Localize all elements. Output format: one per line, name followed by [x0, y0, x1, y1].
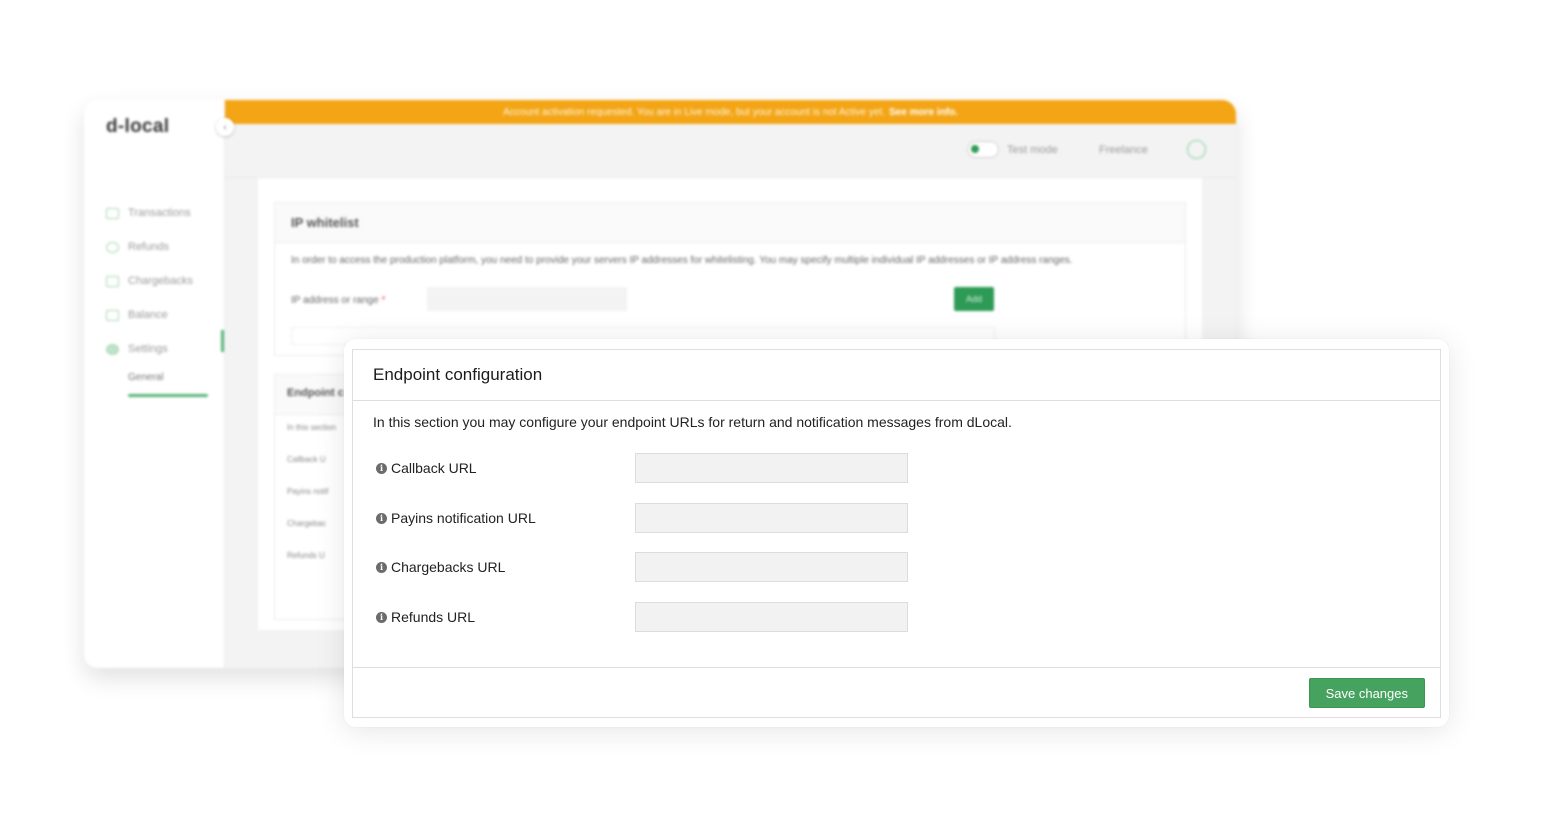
card-header: Endpoint configuration [353, 350, 1440, 401]
save-changes-button[interactable]: Save changes [1308, 678, 1425, 708]
refunds-url-row: i Refunds URL [373, 602, 913, 632]
card-description: In this section you may configure your e… [373, 414, 1012, 430]
refunds-url-label: i Refunds URL [373, 609, 635, 625]
card-title: Endpoint configuration [373, 365, 543, 384]
callback-url-input[interactable] [635, 453, 908, 483]
refunds-icon [106, 241, 119, 253]
test-mode-toggle[interactable] [967, 141, 999, 158]
payins-notification-url-label: i Payins notification URL [373, 510, 635, 526]
sidebar-item-balance[interactable]: Balance [106, 298, 193, 332]
active-subitem-indicator [128, 394, 208, 397]
banner-more-info-link[interactable]: See more info. [889, 107, 958, 118]
add-ip-button[interactable]: Add [954, 287, 994, 311]
sidebar-subitem-general[interactable]: General [128, 372, 164, 383]
ip-address-label-text: IP address or range [291, 295, 379, 306]
ip-whitelist-card: IP whitelist In order to access the prod… [274, 202, 1186, 356]
chargebacks-url-label-text: Chargebacks URL [391, 559, 506, 575]
sidebar-item-chargebacks[interactable]: Chargebacks [106, 264, 193, 298]
chevron-left-icon[interactable]: ‹ [216, 118, 234, 136]
account-activation-banner: Account activation requested. You are in… [225, 100, 1236, 124]
payins-notification-url-row: i Payins notification URL [373, 503, 913, 533]
balance-icon [106, 309, 119, 321]
user-icon[interactable] [1187, 140, 1206, 159]
callback-url-label-text: Callback URL [391, 460, 477, 476]
banner-text: Account activation requested. You are in… [503, 106, 885, 118]
ip-address-input[interactable] [427, 287, 627, 311]
refunds-url-input[interactable] [635, 602, 908, 632]
sidebar-item-settings[interactable]: Settings [106, 332, 193, 366]
sidebar-item-label: Balance [128, 309, 168, 321]
ip-address-label: IP address or range * [291, 295, 385, 306]
sidebar-item-label: Settings [128, 343, 168, 355]
sidebar-item-label: Refunds [128, 241, 169, 253]
card-footer: Save changes [353, 667, 1440, 718]
sidebar-item-transactions[interactable]: Transactions [106, 196, 193, 230]
info-icon[interactable]: i [376, 512, 387, 524]
test-mode-label: Test mode [1007, 144, 1058, 156]
ip-whitelist-description: In order to access the production platfo… [291, 255, 1073, 266]
transactions-icon [106, 207, 119, 219]
info-icon[interactable]: i [376, 561, 387, 573]
chargebacks-url-row: i Chargebacks URL [373, 552, 913, 582]
account-name[interactable]: Freelance [1099, 144, 1148, 156]
settings-icon [106, 343, 119, 355]
refunds-url-label-text: Refunds URL [391, 609, 476, 625]
endpoint-configuration-card: Endpoint configuration In this section y… [352, 349, 1441, 718]
sidebar: d-local Transactions Refunds Chargebacks… [84, 100, 225, 668]
active-item-indicator [221, 330, 224, 352]
sidebar-item-refunds[interactable]: Refunds [106, 230, 193, 264]
sidebar-item-label: Chargebacks [128, 275, 193, 287]
payins-notification-url-label-text: Payins notification URL [391, 510, 536, 526]
endpoint-configuration-panel: Endpoint configuration In this section y… [344, 339, 1449, 727]
sidebar-item-label: Transactions [128, 207, 191, 219]
callback-url-label: i Callback URL [373, 460, 635, 476]
payins-notification-url-input[interactable] [635, 503, 908, 533]
info-icon[interactable]: i [376, 462, 387, 474]
required-mark: * [381, 295, 386, 306]
chargebacks-icon [106, 275, 119, 287]
ip-whitelist-title: IP whitelist [275, 203, 1185, 243]
chargebacks-url-input[interactable] [635, 552, 908, 582]
callback-url-row: i Callback URL [373, 453, 913, 483]
top-bar: Test mode Freelance [225, 124, 1236, 178]
sidebar-nav: Transactions Refunds Chargebacks Balance… [106, 196, 193, 366]
info-icon[interactable]: i [376, 611, 387, 623]
chargebacks-url-label: i Chargebacks URL [373, 559, 635, 575]
dlocal-logo: d-local [106, 116, 170, 137]
